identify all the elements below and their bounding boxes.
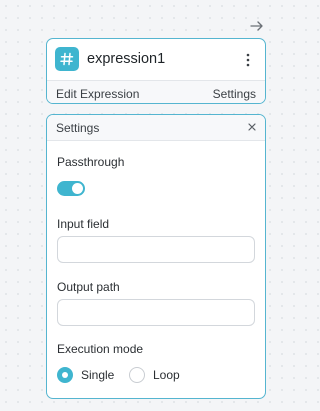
settings-panel: Settings Passthrough Input field Output …: [46, 114, 266, 399]
output-path-label: Output path: [57, 280, 120, 294]
passthrough-toggle[interactable]: [57, 181, 85, 196]
output-path-input[interactable]: [57, 299, 255, 326]
hash-icon: [55, 47, 79, 71]
radio-single-label: Single: [81, 368, 115, 382]
radio-selected-indicator: [57, 367, 73, 383]
expression-node[interactable]: expression1 Edit Expression Settings: [46, 38, 266, 104]
radio-loop[interactable]: Loop: [129, 367, 189, 383]
node-title: expression1: [87, 51, 166, 67]
node-header: expression1: [47, 39, 265, 80]
edit-expression-link[interactable]: Edit Expression: [56, 87, 139, 101]
settings-panel-header: Settings: [47, 115, 265, 141]
close-icon[interactable]: [246, 121, 258, 133]
toggle-knob: [72, 183, 83, 194]
radio-single[interactable]: Single: [57, 367, 117, 383]
node-footer: Edit Expression Settings: [47, 80, 265, 103]
settings-link[interactable]: Settings: [213, 87, 256, 101]
settings-panel-title: Settings: [56, 121, 100, 135]
execution-mode-label: Execution mode: [57, 342, 144, 356]
input-field-input[interactable]: [57, 236, 255, 263]
arrow-right-icon[interactable]: [250, 20, 264, 32]
passthrough-label: Passthrough: [57, 155, 125, 169]
input-field-label: Input field: [57, 217, 110, 231]
radio-unselected-indicator: [129, 367, 145, 383]
radio-loop-label: Loop: [153, 368, 180, 382]
vertical-dots-icon[interactable]: [246, 53, 250, 67]
